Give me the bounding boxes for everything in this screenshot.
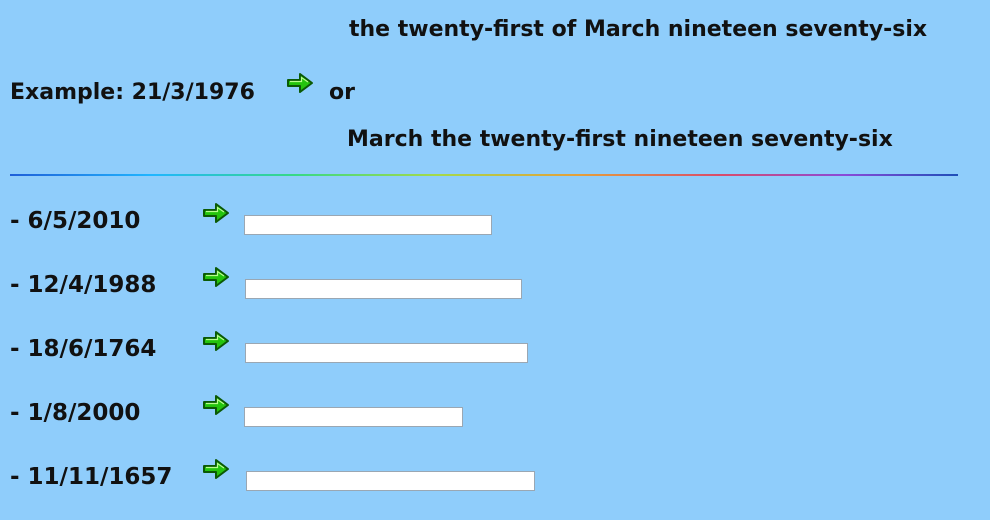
green-arrow-right-icon xyxy=(286,72,314,94)
green-arrow-right-icon xyxy=(202,266,230,288)
answer-input-1[interactable] xyxy=(244,215,492,235)
exercise-date-5: - 11/11/1657 xyxy=(10,464,173,490)
exercise-date-4: - 1/8/2000 xyxy=(10,400,141,426)
green-arrow-right-icon xyxy=(202,202,230,224)
example-answer-ordinal-first: the twenty-first of March nineteen seven… xyxy=(349,17,928,42)
exercise-date-1: - 6/5/2010 xyxy=(10,208,141,234)
exercise-date-3: - 18/6/1764 xyxy=(10,336,157,362)
answer-input-5[interactable] xyxy=(246,471,535,491)
answer-input-3[interactable] xyxy=(245,343,528,363)
exercise-date-2: - 12/4/1988 xyxy=(10,272,157,298)
rainbow-divider xyxy=(10,174,958,176)
example-or-text: or xyxy=(329,80,355,105)
example-date: Example: 21/3/1976 xyxy=(10,80,255,105)
answer-input-4[interactable] xyxy=(244,407,463,427)
answer-input-2[interactable] xyxy=(245,279,522,299)
example-answer-month-first: March the twenty-first nineteen seventy-… xyxy=(347,127,893,152)
green-arrow-right-icon xyxy=(202,330,230,352)
green-arrow-right-icon xyxy=(202,394,230,416)
green-arrow-right-icon xyxy=(202,458,230,480)
